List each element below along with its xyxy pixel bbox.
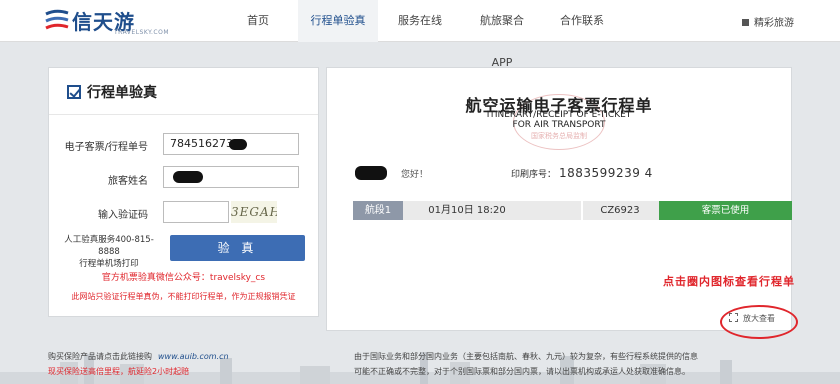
captcha-input[interactable] — [163, 201, 229, 223]
ticket-status-badge: 客票已使用 — [659, 201, 792, 220]
nav-home[interactable]: 首页 — [240, 0, 276, 42]
disclaimer-line-2: 可能不正确或不完整，对于个别国际票和部分国内票，请以出票机构或承运人处获取准确信… — [354, 367, 690, 376]
itinerary-result-card: 国家税务总局监制 航空运输电子客票行程单 ITINERARY/RECEIPT O… — [326, 67, 795, 331]
redaction-mark — [229, 139, 247, 150]
verify-form-title-text: 行程单验真 — [87, 85, 157, 101]
itinerary-subtitle-1: ITINERARY/RECEIPT OF E-TICKET — [486, 110, 632, 120]
insurance-promo: 现买保险送高倍里程，航延险2小时起赔 — [48, 367, 190, 376]
itinerary-subtitle-2: FOR AIR TRANSPORT — [512, 120, 606, 130]
verify-form-title: 行程单验真 — [67, 82, 157, 102]
logo-subtext: TRAVELSKY.COM — [114, 29, 170, 36]
nav-service-online[interactable]: 服务在线 — [398, 0, 442, 42]
divider — [49, 114, 318, 115]
stamp-text: 国家税务总局监制 — [531, 132, 587, 140]
passenger-greeting-row: 您好！ 印刷序号： 1883599239 4 — [327, 166, 791, 182]
print-serial-label: 印刷序号： — [511, 170, 557, 180]
top-navigation-bar: 信天游 TRAVELSKY.COM 首页 行程单验真 服务在线 航旅聚合APP … — [0, 0, 840, 69]
captcha-image[interactable]: 3EGAH — [231, 201, 277, 223]
segment-label: 航段1 — [353, 201, 403, 220]
home-icon — [742, 19, 749, 26]
print-serial-number: 1883599239 4 — [559, 166, 653, 180]
logo-wave-icon — [45, 9, 69, 30]
insurance-link-line: 购买保险产品请点击此链接购 www.auib.com.cn — [48, 351, 229, 362]
flight-segment-row: 航段1 01月10日 18:20 CZ6923 客票已使用 — [353, 201, 792, 220]
redaction-mark — [173, 171, 203, 183]
redaction-mark — [355, 166, 387, 180]
city-skyline-background — [0, 352, 840, 384]
annotation-hint: 点击圈内图标查看行程单 — [663, 275, 795, 288]
verify-button[interactable]: 验 真 — [170, 235, 305, 261]
airport-print-text: 行程单机场打印 — [79, 259, 139, 269]
manual-service-info: 人工验真服务400-815-8888 行程单机场打印 — [55, 234, 163, 270]
greeting-text: 您好！ — [401, 170, 429, 180]
wechat-account-note: 官方机票验真微信公众号：travelsky_cs — [101, 273, 266, 283]
insurance-link-text: 购买保险产品请点击此链接购 — [48, 352, 152, 361]
travelsky-logo[interactable]: 信天游 TRAVELSKY.COM — [44, 6, 169, 36]
annotation-circle — [720, 305, 798, 339]
verify-disclaimer: 此网站只验证行程单真伪，不能打印行程单，作为正规报销凭证 — [71, 292, 296, 301]
flight-number: CZ6923 — [600, 205, 640, 216]
insurance-site-link[interactable]: www.auib.com.cn — [158, 352, 229, 361]
checklist-icon — [67, 85, 81, 99]
nav-app[interactable]: 航旅聚合APP — [470, 0, 534, 69]
ticket-number-label: 电子客票/行程单号 — [64, 142, 148, 153]
service-hotline: 人工验真服务400-815-8888 — [64, 235, 154, 257]
cell-divider — [581, 201, 583, 220]
disclaimer-line-1: 由于国际业务和部分国内业务（主要包括南航、春秋、九元）较为复杂，有些行程系统提供… — [354, 352, 698, 361]
verify-form-card: 行程单验真 电子客票/行程单号 7845162737 旅客姓名 输入验证码 3E… — [48, 67, 319, 317]
passenger-name-label: 旅客姓名 — [108, 176, 148, 187]
nav-contact[interactable]: 合作联系 — [560, 0, 604, 42]
flight-datetime: 01月10日 18:20 — [428, 205, 506, 216]
captcha-label: 输入验证码 — [98, 210, 148, 221]
nav-travel-link[interactable]: 精彩旅游 — [742, 14, 794, 29]
nav-travel-label: 精彩旅游 — [754, 18, 794, 29]
nav-itinerary-verify[interactable]: 行程单验真 — [298, 0, 378, 42]
